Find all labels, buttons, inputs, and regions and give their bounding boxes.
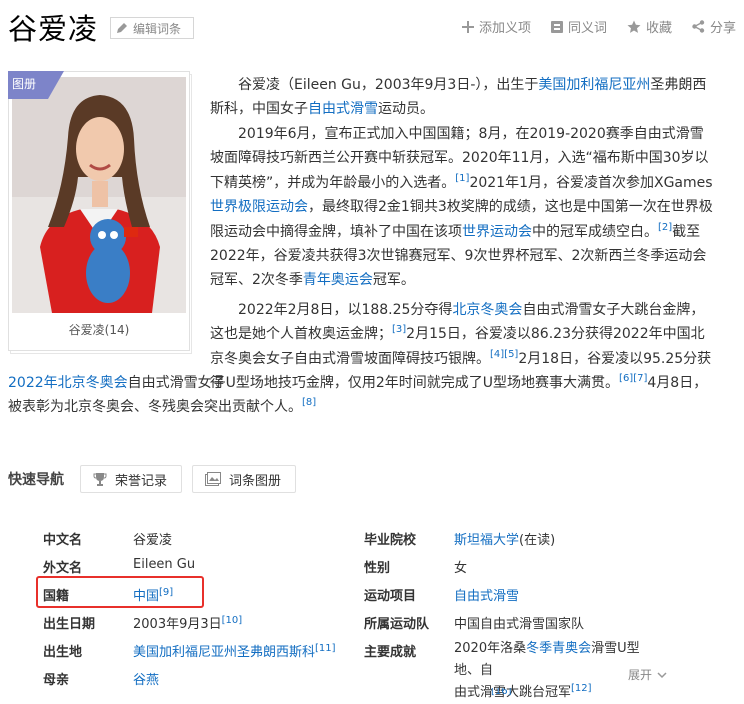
info-table-separators (43, 522, 663, 698)
synonym-label: 同义词 (567, 21, 607, 36)
intro-text: 谷爱凌（Eileen Gu，2003年9月3日-），出生于 (238, 77, 539, 93)
portrait-photo[interactable] (12, 77, 186, 313)
link-freestyle-skiing[interactable]: 自由式滑雪 (308, 101, 378, 117)
link-beijing-winter-olympics[interactable]: 北京冬奥会 (452, 302, 522, 318)
add-sense-label: 添加义项 (478, 21, 531, 36)
link-x-games[interactable]: 世界极限运动会 (210, 199, 308, 215)
intro-text: 2022年2月8日，以188.25分夺得 (238, 302, 453, 318)
favorite-label: 收藏 (645, 21, 672, 36)
expand-button[interactable]: 展开 (628, 666, 668, 683)
pencil-icon (117, 23, 127, 33)
portrait-illustration (12, 77, 186, 313)
intro-text: 中的冠军成绩空白。 (532, 223, 658, 240)
synonym-icon (550, 20, 563, 33)
entry-album-label: 词条图册 (229, 473, 282, 489)
link-youth-olympics[interactable]: 青年奥运会 (303, 272, 373, 288)
intro-paragraph-3-cont: 2022年北京冬奥会自由式滑雪女子U型场地技巧金牌，仅用2年时间就完成了U型场地… (8, 371, 716, 420)
intro-paragraph-1: 谷爱凌（Eileen Gu，2003年9月3日-），出生于美国加利福尼亚州圣弗朗… (210, 73, 716, 122)
quick-nav-label: 快速导航 (8, 472, 64, 488)
synonym-button[interactable]: 同义词 (550, 17, 607, 36)
star-icon (627, 20, 641, 33)
reference-6[interactable]: [6] (619, 373, 633, 384)
reference-8[interactable]: [8] (302, 397, 316, 408)
trophy-icon (93, 473, 107, 486)
quick-navigation: 快速导航 荣誉记录 词条图册 (8, 464, 306, 494)
reference-7[interactable]: [7] (633, 373, 647, 384)
edit-entry-button[interactable]: 编辑词条 (110, 17, 194, 39)
share-icon (692, 20, 705, 33)
nationality-highlight-box (36, 576, 204, 608)
intro-text: 运动员。 (378, 101, 434, 118)
album-icon (205, 472, 222, 486)
share-label: 分享 (709, 21, 736, 36)
edit-entry-label: 编辑词条 (133, 21, 182, 36)
chevron-down-icon (657, 671, 667, 678)
intro-text: 2021年1月，谷爱凌首次参加XGames (469, 174, 713, 191)
favorite-button[interactable]: 收藏 (627, 17, 672, 36)
plus-icon (461, 20, 474, 33)
link-california[interactable]: 美国加利福尼亚州 (538, 77, 650, 93)
expand-label: 展开 (628, 668, 653, 682)
intro-paragraph-2: 2019年6月，宣布正式加入中国国籍；8月，在2019-2020赛季自由式滑雪坡… (210, 122, 716, 293)
reference-3[interactable]: [3] (392, 324, 406, 335)
album-tag-label: 图册 (12, 77, 37, 91)
reference-2[interactable]: [2] (658, 222, 672, 233)
honor-record-button[interactable]: 荣誉记录 (80, 465, 183, 493)
add-sense-button[interactable]: 添加义项 (461, 17, 531, 36)
page-title: 谷爱凌 (8, 12, 99, 46)
honor-record-label: 荣誉记录 (115, 473, 168, 489)
reference-4[interactable]: [4] (490, 349, 504, 360)
entry-actions: 添加义项 同义词 收藏 分享 (442, 17, 736, 36)
link-2022-beijing-olympics[interactable]: 2022年北京冬奥会 (8, 375, 128, 391)
reference-5[interactable]: [5] (504, 349, 518, 360)
intro-text: 自由式滑雪女子U型场地技巧金牌，仅用2年时间就完成了U型场地赛事大满贯。 (127, 375, 620, 391)
entry-album-button[interactable]: 词条图册 (192, 465, 297, 493)
reference-1[interactable]: [1] (455, 173, 469, 184)
share-button[interactable]: 分享 (692, 17, 736, 36)
link-world-games[interactable]: 世界运动会 (462, 224, 532, 240)
intro-text: 冠军。 (372, 272, 415, 289)
